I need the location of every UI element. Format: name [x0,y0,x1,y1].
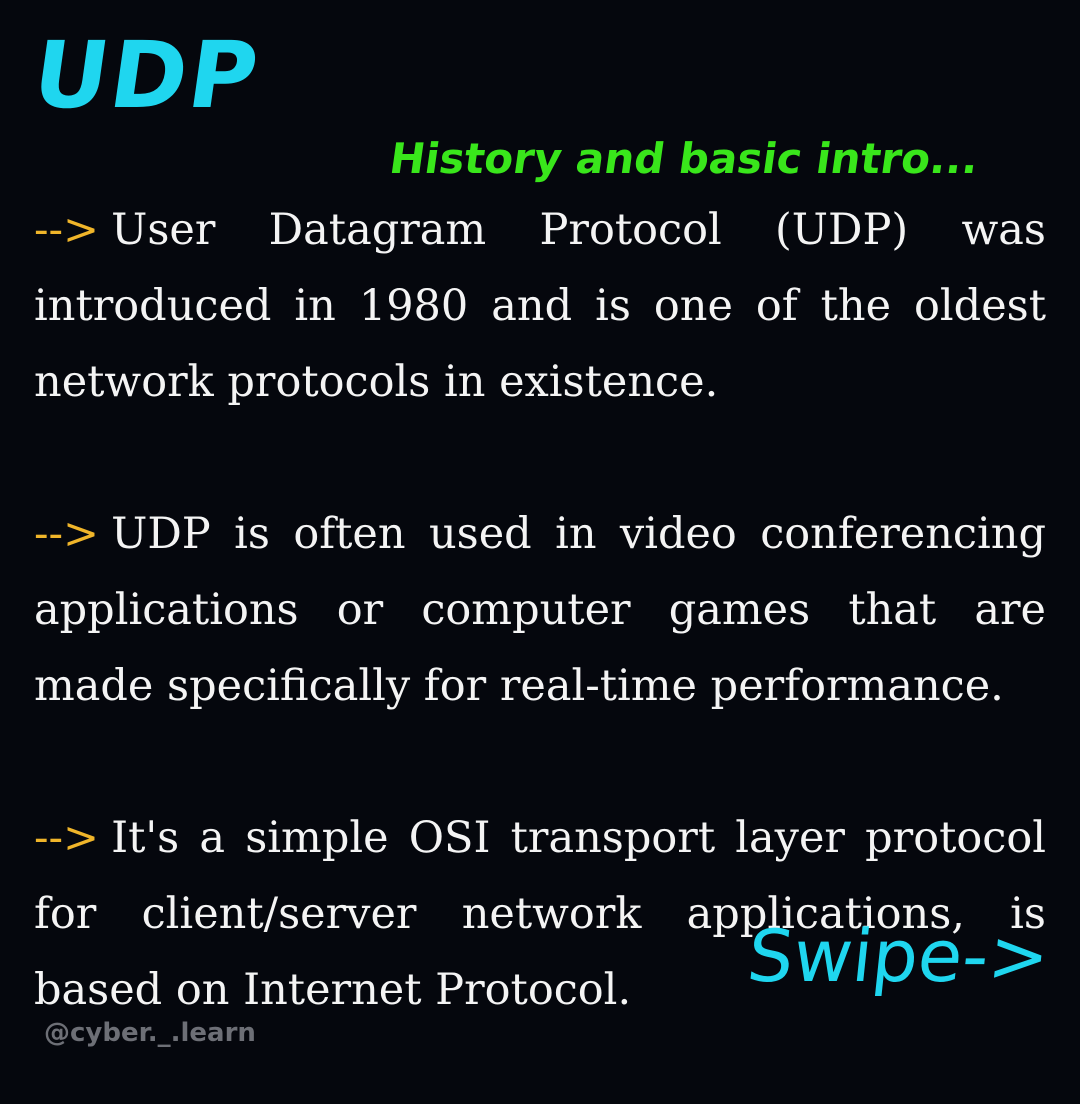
slide: UDP History and basic intro... --> User D… [0,0,1080,1080]
arrow-marker: --> [34,509,100,559]
paragraph-text: User Datagram Protocol (UDP) was introdu… [34,205,1046,407]
slide-title: UDP [26,22,267,129]
paragraph-text: UDP is often used in video conferencing … [34,509,1046,711]
arrow-marker: --> [34,813,100,863]
account-handle: @cyber._.learn [44,1018,256,1048]
paragraph-1: --> User Datagram Protocol (UDP) was intr… [34,192,1046,420]
slide-subtitle: History and basic intro... [386,134,982,183]
arrow-marker: --> [34,205,100,255]
paragraph-2: --> UDP is often used in video conferenci… [34,496,1046,724]
swipe-hint: Swipe-> [743,914,1054,998]
